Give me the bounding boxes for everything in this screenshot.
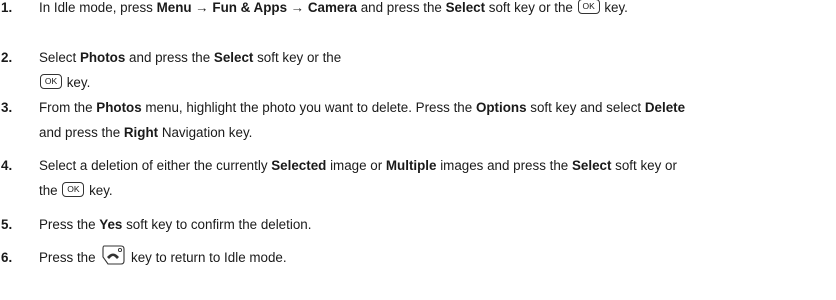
step-text: soft key and select: [526, 100, 645, 115]
bold-term: Select: [445, 0, 486, 15]
step-text: soft key or: [611, 158, 677, 173]
step-text: Select a deletion of either the currentl…: [39, 158, 272, 173]
step-text-line: In Idle mode, press Menu → Fun & Apps → …: [39, 0, 628, 15]
instruction-steps: 1. In Idle mode, press Menu → Fun & Apps …: [0, 0, 836, 300]
step-number: 5.: [1, 217, 13, 232]
step-text: key.: [85, 183, 113, 198]
step-number: 1.: [1, 0, 13, 15]
step-text-line: Press the key to return to Idle mode.: [39, 245, 287, 266]
bold-term: Select: [571, 158, 612, 173]
bold-term: Menu → Fun & Apps → Camera: [156, 0, 357, 15]
step-text: soft key or the: [253, 50, 342, 65]
step-text: From the: [39, 100, 97, 115]
step-number: 3.: [1, 100, 13, 115]
step-text-line: the OK key.: [39, 182, 113, 198]
step-text: and press the: [357, 0, 446, 15]
ok-key-icon: OK: [40, 74, 62, 90]
ok-key-icon: OK: [62, 182, 85, 198]
step-text: and press the: [39, 125, 124, 140]
bold-term: Yes: [99, 217, 123, 232]
step-text-line: Select a deletion of either the currentl…: [39, 158, 677, 173]
bold-term: Right: [123, 125, 159, 140]
step-text: image or: [326, 158, 386, 173]
bold-term: Select: [213, 50, 254, 65]
step-text: soft key or the: [485, 0, 577, 15]
step-text: images and press the: [436, 158, 572, 173]
step-text: key.: [63, 75, 91, 90]
step-number: 6.: [1, 250, 13, 265]
bold-term: Delete: [644, 100, 686, 115]
step-text: and press the: [125, 50, 214, 65]
step-number: 4.: [1, 158, 13, 173]
step-number: 2.: [1, 50, 13, 65]
step-text-line: OK key.: [39, 74, 91, 90]
step-text: Navigation key.: [158, 125, 253, 140]
step-text-line: Select Photos and press the Select soft …: [39, 50, 341, 65]
step-text-line: and press the Right Navigation key.: [39, 125, 252, 140]
ok-key-icon: OK: [577, 0, 600, 15]
step-text: key to return to Idle mode.: [127, 250, 287, 265]
bold-term: Photos: [96, 100, 142, 115]
step-text: soft key to confirm the deletion.: [122, 217, 312, 232]
bold-term: Options: [475, 100, 527, 115]
step-text: the: [39, 183, 62, 198]
bold-term: Selected: [271, 158, 327, 173]
step-text: Select: [39, 50, 80, 65]
end-key-icon: [100, 244, 126, 266]
step-text: menu, highlight the photo you want to de…: [141, 100, 476, 115]
step-text: key.: [600, 0, 628, 15]
step-text: Press the: [39, 217, 100, 232]
step-text-line: From the Photos menu, highlight the phot…: [39, 100, 685, 115]
bold-term: Photos: [79, 50, 126, 65]
step-text-line: Press the Yes soft key to confirm the de…: [39, 217, 311, 232]
step-text: In Idle mode, press: [39, 0, 157, 15]
bold-term: Multiple: [385, 158, 437, 173]
step-text: Press the: [39, 250, 100, 265]
